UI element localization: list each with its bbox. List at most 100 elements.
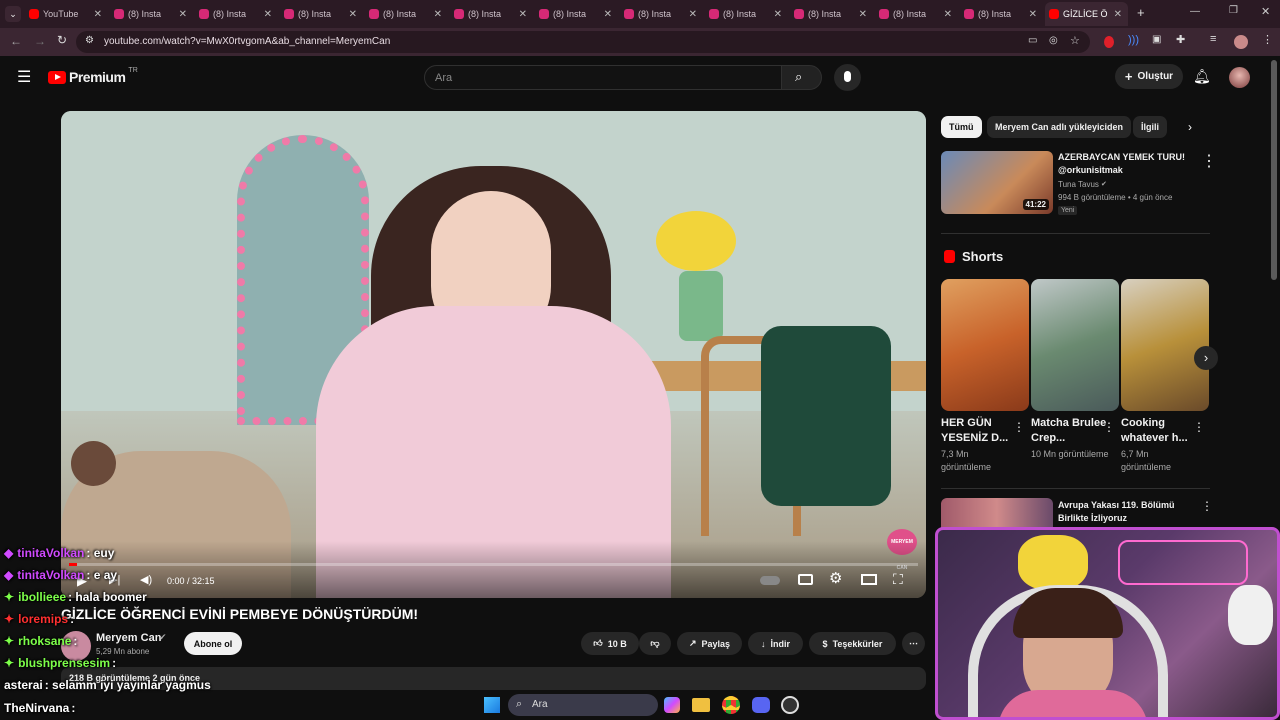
forward-icon[interactable]: →	[34, 34, 46, 48]
autoplay-toggle[interactable]	[760, 576, 780, 585]
close-tab-icon[interactable]: ✕	[1029, 9, 1037, 20]
close-tab-icon[interactable]: ✕	[94, 9, 102, 20]
close-tab-icon[interactable]: ✕	[434, 9, 442, 20]
more-actions-button[interactable]: ⋯	[902, 632, 925, 655]
chat-username[interactable]: loremips	[18, 612, 68, 626]
rec-channel[interactable]: Tuna Tavus	[1058, 180, 1099, 189]
extension-red-icon[interactable]	[1104, 36, 1114, 48]
rec-title[interactable]: AZERBAYCAN YEMEK TURU! @orkunisitmak	[1058, 151, 1193, 177]
browser-tab[interactable]: (8) Insta ✕	[875, 2, 958, 26]
fullscreen-icon[interactable]: ⛶	[893, 571, 903, 588]
close-tab-icon[interactable]: ✕	[349, 9, 357, 20]
rec-menu-dots-icon[interactable]: ⋮	[1201, 499, 1213, 513]
chat-username[interactable]: blushprensesim	[18, 656, 110, 670]
close-tab-icon[interactable]: ✕	[604, 9, 612, 20]
file-explorer-icon[interactable]	[692, 698, 710, 712]
channel-name[interactable]: Meryem Can	[96, 632, 161, 644]
taskbar-search-input[interactable]: ⌕ Ara	[508, 694, 658, 716]
bookmark-star-icon[interactable]: ☆	[1070, 34, 1080, 47]
short-thumbnail[interactable]	[1031, 279, 1119, 411]
browser-tab[interactable]: (8) Insta ✕	[620, 2, 703, 26]
short-menu-dots-icon[interactable]: ⋮	[1193, 420, 1205, 434]
browser-menu-icon[interactable]: ⋮	[1262, 33, 1273, 46]
windows-start-icon[interactable]	[484, 697, 500, 713]
minimize-window-button[interactable]: —	[1190, 6, 1200, 17]
short-title[interactable]: Matcha Brulee Crep...	[1031, 416, 1111, 446]
chip-from-uploader[interactable]: Meryem Can adlı yükleyiciden	[987, 116, 1132, 138]
short-title[interactable]: HER GÜN YESENİZ D...	[941, 416, 1021, 446]
short-title[interactable]: Cooking whatever h...	[1121, 416, 1201, 446]
download-button[interactable]: ↓ İndir	[748, 632, 803, 655]
chat-username[interactable]: TheNirvana	[4, 701, 69, 715]
browser-tab[interactable]: (8) Insta ✕	[365, 2, 448, 26]
short-menu-dots-icon[interactable]: ⋮	[1103, 420, 1115, 434]
close-tab-icon[interactable]: ✕	[519, 9, 527, 20]
close-tab-icon[interactable]: ✕	[1114, 9, 1122, 20]
search-button[interactable]: ⌕	[781, 65, 822, 90]
theater-mode-icon[interactable]	[861, 574, 877, 585]
rec-menu-dots-icon[interactable]: ⋮	[1201, 151, 1217, 171]
site-info-icon[interactable]: ⚙	[85, 35, 94, 46]
chip-related[interactable]: İlgili	[1133, 116, 1167, 138]
youtube-logo[interactable]: Premium TR	[48, 67, 138, 85]
subscribe-button[interactable]: Abone ol	[184, 632, 242, 655]
voice-search-button[interactable]	[834, 64, 861, 91]
page-scrollbar[interactable]	[1271, 60, 1277, 280]
close-tab-icon[interactable]: ✕	[179, 9, 187, 20]
close-tab-icon[interactable]: ✕	[774, 9, 782, 20]
search-input[interactable]: Ara	[424, 65, 782, 90]
close-tab-icon[interactable]: ✕	[859, 9, 867, 20]
browser-tab[interactable]: (8) Insta ✕	[535, 2, 618, 26]
short-thumbnail[interactable]	[1121, 279, 1209, 411]
dislike-button[interactable]: 👎︎	[639, 632, 671, 655]
short-menu-dots-icon[interactable]: ⋮	[1013, 420, 1025, 434]
notifications-bell-icon[interactable]: 🔔︎	[1193, 68, 1211, 85]
reload-icon[interactable]: ↻	[57, 33, 67, 47]
browser-tab[interactable]: (8) Insta ✕	[280, 2, 363, 26]
like-button[interactable]: 👍︎ 10 B	[581, 632, 639, 655]
close-tab-icon[interactable]: ✕	[944, 9, 952, 20]
account-avatar[interactable]	[1229, 67, 1250, 88]
chat-username[interactable]: tinitaVolkan	[17, 546, 84, 560]
extensions-puzzle-icon[interactable]: ✚	[1176, 33, 1185, 46]
volume-icon[interactable]: ◀)	[140, 573, 152, 586]
hamburger-menu-icon[interactable]: ☰	[17, 67, 31, 87]
obs-icon[interactable]	[781, 696, 799, 714]
rec-thumbnail[interactable]	[941, 498, 1053, 528]
chips-next-chevron-icon[interactable]: ›	[1188, 120, 1192, 134]
create-button[interactable]: + Oluştur	[1115, 64, 1183, 89]
browser-tab[interactable]: GİZLİCE Ö ✕	[1045, 2, 1128, 26]
back-icon[interactable]: ←	[10, 34, 22, 48]
cast-icon[interactable]: ▭	[1028, 35, 1037, 46]
subtitles-icon[interactable]	[798, 574, 813, 585]
progress-bar[interactable]	[69, 563, 918, 566]
browser-tab[interactable]: YouTube ✕	[25, 2, 108, 26]
rec-thumbnail[interactable]: 41:22	[941, 151, 1053, 214]
video-player[interactable]: MERYEM CAN ▶ ▶| ◀) 0:00 / 32:15 ⚙ ⛶	[61, 111, 926, 598]
chip-all[interactable]: Tümü	[941, 116, 982, 138]
chat-username[interactable]: asterai	[4, 678, 43, 692]
reading-list-icon[interactable]: ≡	[1210, 33, 1216, 45]
new-tab-button[interactable]: +	[1137, 5, 1145, 20]
url-field[interactable]: ⚙ youtube.com/watch?v=MwX0rtvgomA&ab_cha…	[76, 31, 1090, 53]
browser-tab[interactable]: (8) Insta ✕	[960, 2, 1043, 26]
close-tab-icon[interactable]: ✕	[264, 9, 272, 20]
close-tab-icon[interactable]: ✕	[689, 9, 697, 20]
copilot-icon[interactable]	[664, 697, 680, 713]
browser-tab[interactable]: (8) Insta ✕	[450, 2, 533, 26]
thanks-button[interactable]: $ Teşekkürler	[809, 632, 896, 655]
share-button[interactable]: ↗ Paylaş	[677, 632, 742, 655]
chat-username[interactable]: tinitaVolkan	[17, 568, 84, 582]
browser-tab[interactable]: (8) Insta ✕	[705, 2, 788, 26]
discord-icon[interactable]	[752, 697, 770, 713]
tab-list-dropdown-icon[interactable]: ⌄	[5, 6, 21, 22]
chat-username[interactable]: ibollieee	[18, 590, 66, 604]
close-window-button[interactable]: ✕	[1261, 5, 1270, 18]
profile-avatar[interactable]	[1234, 35, 1248, 49]
shorts-next-button[interactable]: ›	[1194, 346, 1218, 370]
eye-off-icon[interactable]: ◎	[1049, 35, 1058, 46]
browser-tab[interactable]: (8) Insta ✕	[195, 2, 278, 26]
browser-tab[interactable]: (8) Insta ✕	[110, 2, 193, 26]
restore-window-button[interactable]: ❐	[1229, 5, 1238, 16]
browser-tab[interactable]: (8) Insta ✕	[790, 2, 873, 26]
